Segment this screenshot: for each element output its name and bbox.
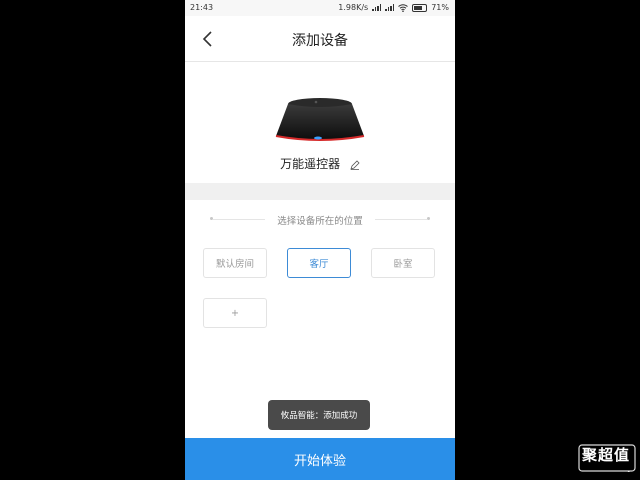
remote-hub-device-image [275,98,365,141]
edit-name-icon[interactable] [350,159,360,170]
start-experience-button[interactable]: 开始体验 [185,438,455,480]
section-separator [185,183,455,200]
status-time: 21:43 [190,3,214,12]
network-speed: 1.98K/s [338,3,369,12]
room-option-default[interactable]: 默认房间 [203,248,267,278]
room-option-living-room[interactable]: 客厅 [287,248,351,278]
cell-signal-2-icon [385,4,395,11]
add-room-button[interactable]: + [203,298,267,328]
device-name: 万能遥控器 [280,157,341,171]
battery-percent: 71% [431,3,449,12]
room-option-bedroom[interactable]: 卧室 [371,248,435,278]
status-bar: 21:43 1.98K/s 71% [185,0,455,16]
page-title: 添加设备 [292,33,348,49]
battery-icon [412,3,428,12]
divider-dot-right [427,217,430,220]
header-bar: 添加设备 [185,16,455,62]
divider-line-right [375,219,427,220]
cell-signal-icon [372,4,382,11]
watermark-text: 聚超值 [581,446,630,464]
status-right: 1.98K/s 71% [338,3,449,12]
device-name-row: 万能遥控器 [185,155,455,172]
wifi-icon [398,3,409,12]
toast-message: 攸品智能：添加成功 [268,400,370,430]
header-divider [185,61,455,62]
app-screen: 21:43 1.98K/s 71% 添加设备 万能遥控器 选择设备所在的位置 默… [185,0,455,480]
location-title: 选择设备所在的位置 [277,216,363,227]
